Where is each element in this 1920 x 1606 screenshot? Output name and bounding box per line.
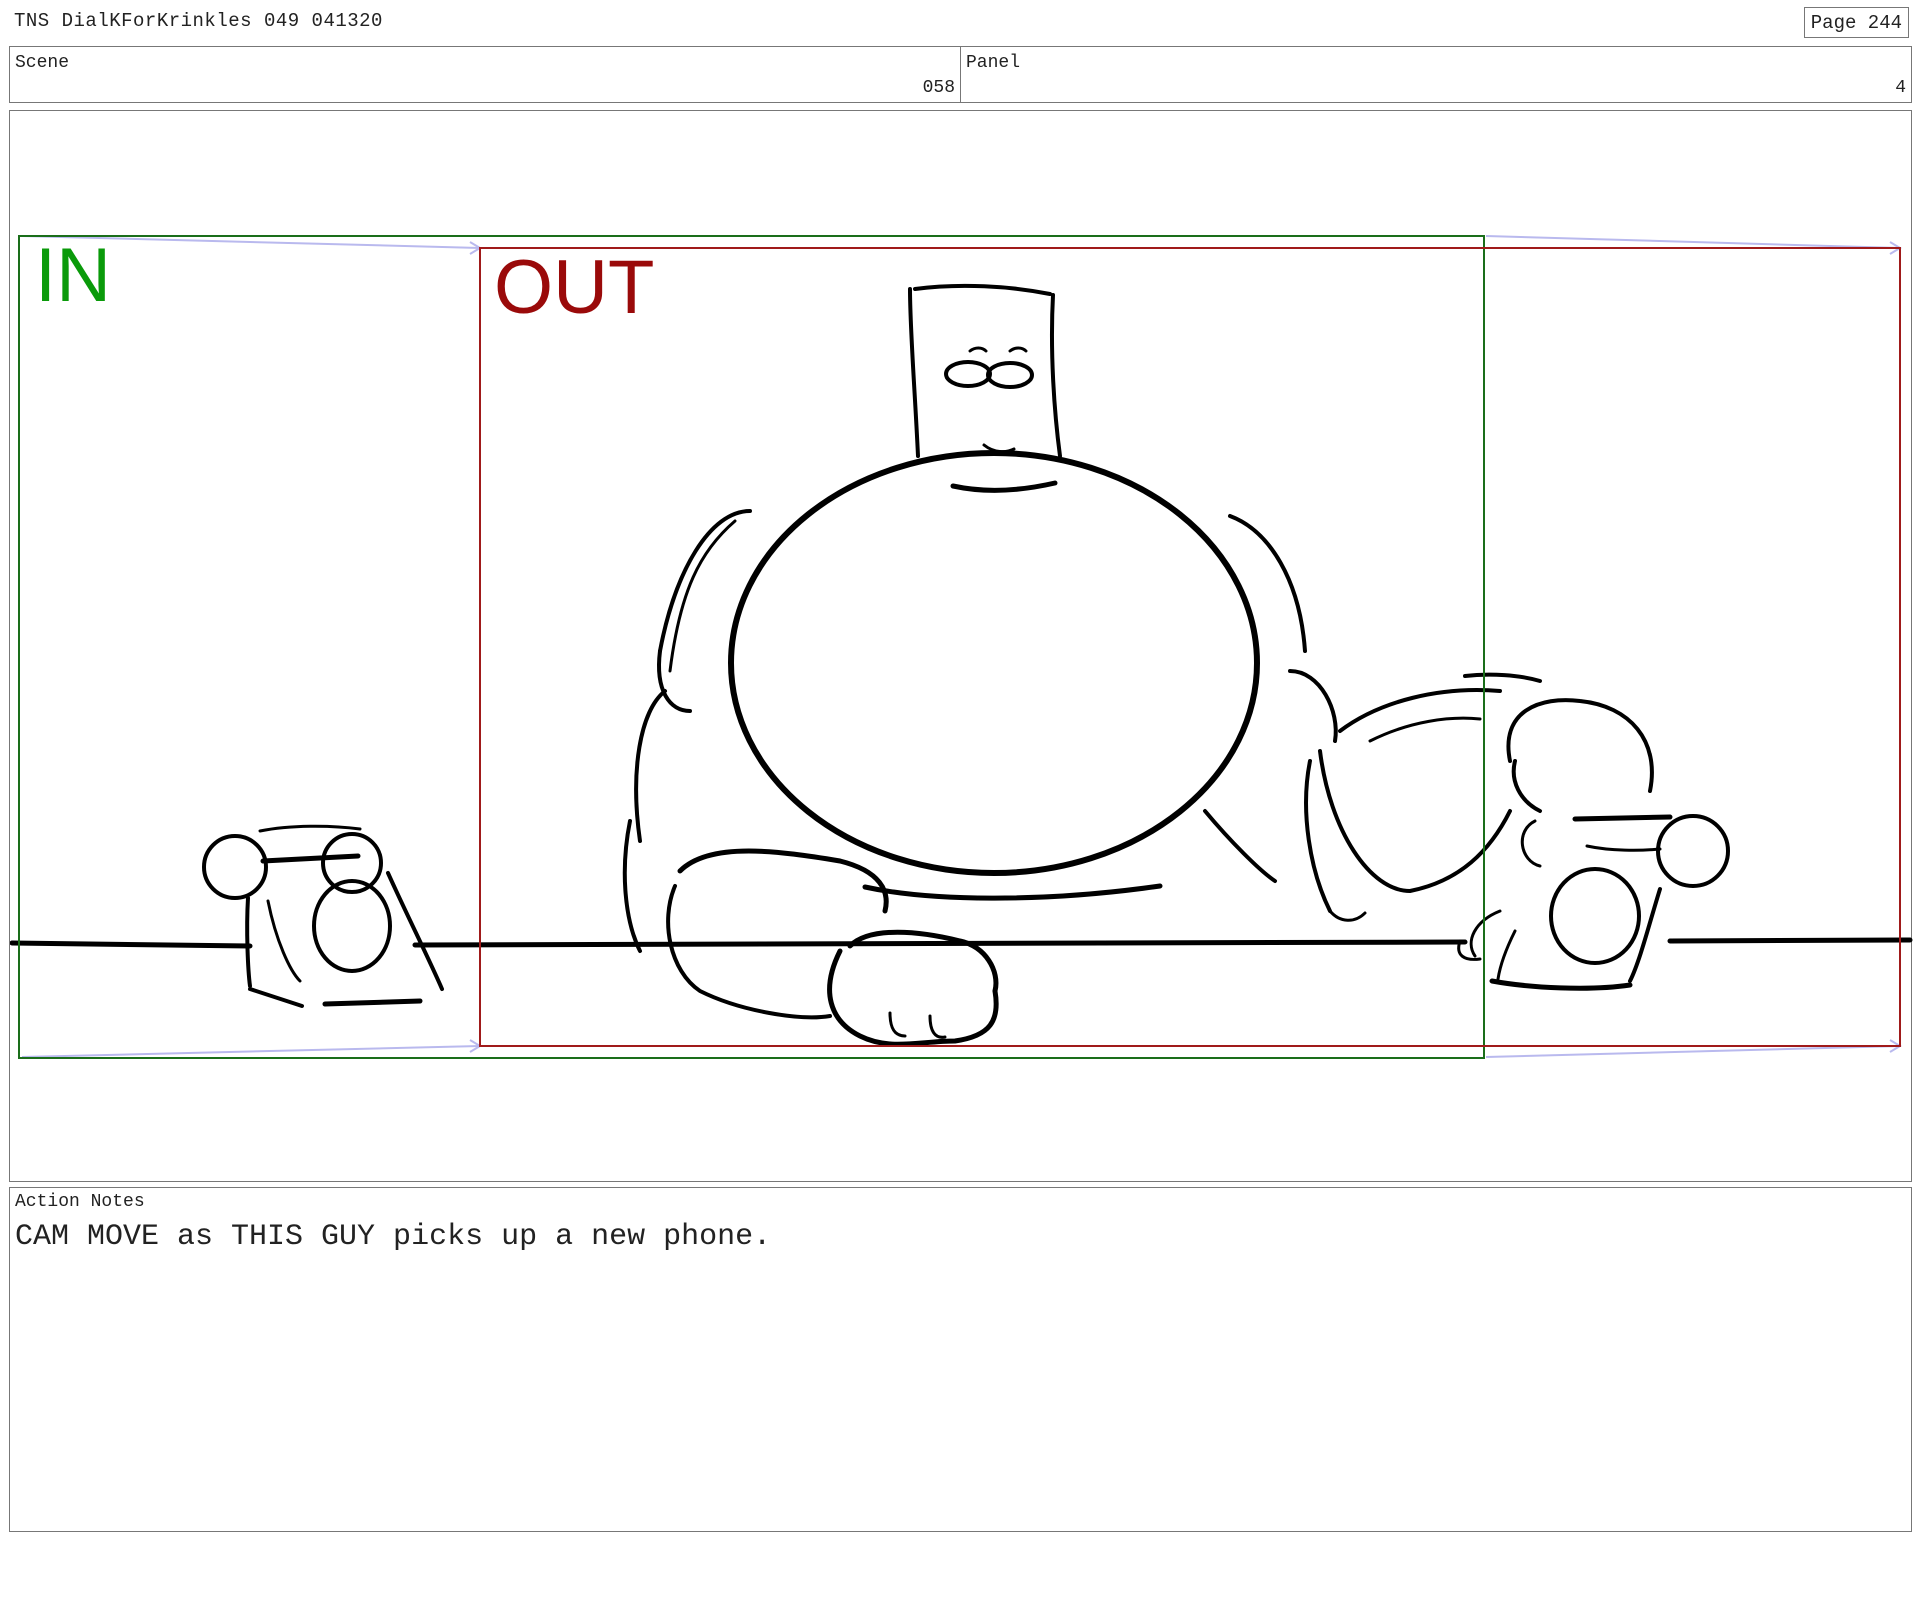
page-number: Page 244 <box>1803 7 1909 38</box>
storyboard-panel: IN OUT <box>9 110 1913 1182</box>
panel-field: Panel 4 <box>960 46 1912 103</box>
panel-label: Panel <box>966 53 1021 73</box>
out-frame-label: OUT <box>494 245 654 330</box>
panel-number: 4 <box>1895 78 1906 98</box>
action-notes: Action Notes CAM MOVE as THIS GUY picks … <box>9 1187 1912 1532</box>
storyboard-drawing: IN OUT <box>10 233 1913 1059</box>
in-frame <box>18 235 1485 1059</box>
out-frame <box>479 247 1901 1047</box>
camera-move-arrows <box>21 235 1902 1058</box>
character-sketch <box>10 283 1913 1047</box>
scene-field: Scene 058 <box>9 46 961 103</box>
scene-number: 058 <box>922 78 955 98</box>
action-notes-label: Action Notes <box>15 1192 145 1212</box>
scene-label: Scene <box>15 53 70 73</box>
document-title: TNS DialKForKrinkles 049 041320 <box>14 10 383 32</box>
in-frame-label: IN <box>35 233 111 318</box>
action-notes-text: CAM MOVE as THIS GUY picks up a new phon… <box>15 1220 772 1254</box>
